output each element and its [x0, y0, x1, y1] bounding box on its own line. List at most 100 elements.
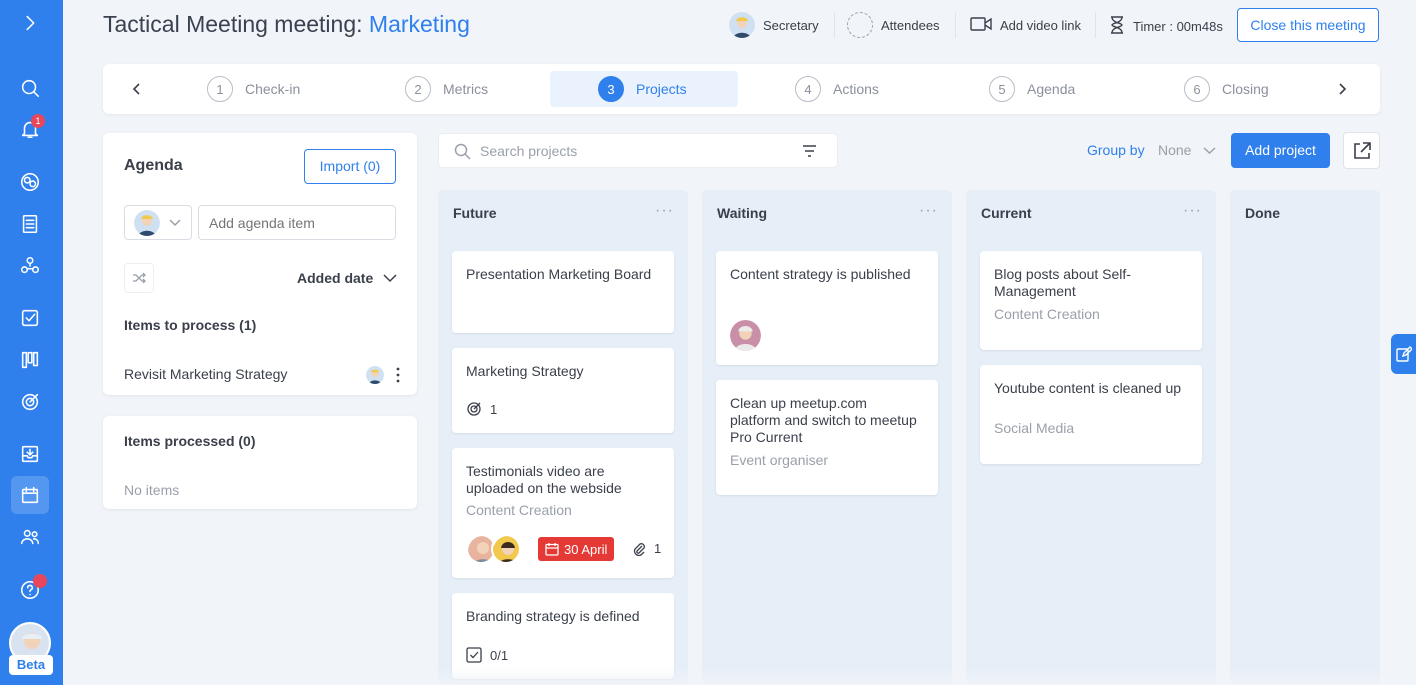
card-circle: Social Media [994, 420, 1075, 436]
meeting-steps-bar: 1 Check-in 2 Metrics 3 Projects 4 Actions 5A… [103, 64, 1380, 114]
step-closing[interactable]: 6 Closing [1184, 64, 1269, 114]
goal-count: 1 [490, 401, 498, 417]
project-card[interactable]: Youtube content is cleaned up Social Med… [980, 365, 1202, 464]
column-title: Current [981, 205, 1032, 221]
assignee-avatar [730, 320, 761, 351]
agenda-owner-select[interactable] [124, 205, 192, 240]
shuffle-button[interactable] [124, 263, 154, 293]
more-options-icon[interactable] [395, 366, 401, 384]
roles-icon[interactable] [16, 252, 44, 280]
secretary-label: Secretary [763, 17, 819, 33]
step-number: 6 [1184, 76, 1210, 102]
search-icon [454, 143, 471, 160]
calendar-icon[interactable] [16, 481, 44, 509]
external-link-icon [1353, 141, 1371, 159]
target-icon[interactable] [16, 388, 44, 416]
step-projects[interactable]: 3 Projects [550, 71, 738, 107]
attendees-label: Attendees [881, 17, 940, 33]
import-button[interactable]: Import (0) [304, 149, 396, 184]
owner-avatar [134, 210, 160, 236]
hourglass-icon [1109, 16, 1125, 37]
expand-sidebar-icon[interactable] [16, 9, 44, 37]
column-done: Done [1230, 190, 1380, 685]
agenda-item[interactable]: Revisit Marketing Strategy [124, 366, 287, 382]
column-title: Waiting [717, 205, 768, 221]
meeting-timer: Timer : 00m48s [1109, 16, 1223, 37]
page-title: Tactical Meeting meeting: Marketing [103, 11, 470, 38]
group-by-value: None [1158, 142, 1192, 158]
filter-icon [803, 145, 816, 157]
column-menu-icon[interactable]: ··· [919, 202, 938, 220]
project-card[interactable]: Presentation Marketing Board [452, 251, 674, 333]
video-camera-icon [970, 16, 992, 35]
paperclip-icon [633, 542, 645, 556]
step-number: 4 [795, 76, 821, 102]
column-title: Future [453, 205, 497, 221]
agenda-title: Agenda [124, 157, 183, 174]
step-number: 5 [989, 76, 1015, 102]
search-icon[interactable] [16, 74, 44, 102]
close-meeting-button[interactable]: Close this meeting [1237, 8, 1379, 42]
open-external-button[interactable] [1343, 132, 1380, 169]
project-card[interactable]: Blog posts about Self-Management Content… [980, 251, 1202, 350]
project-card[interactable]: Content strategy is published [716, 251, 938, 365]
add-video-link-button[interactable]: Add video link [970, 16, 1081, 35]
chevron-down-icon [1203, 147, 1216, 154]
sort-dropdown[interactable]: Added date [297, 270, 397, 286]
card-title: Content strategy is published [730, 266, 911, 282]
card-circle: Content Creation [466, 502, 572, 518]
secretary-avatar [729, 12, 755, 38]
card-title: Blog posts about Self-Management [994, 266, 1131, 299]
edit-side-tab[interactable] [1391, 334, 1416, 374]
step-agenda[interactable]: 5 Agenda [989, 64, 1075, 114]
edit-icon [1395, 346, 1412, 362]
title-circle-name[interactable]: Marketing [369, 11, 470, 37]
secretary-selector[interactable]: Secretary [729, 12, 819, 38]
column-menu-icon[interactable]: ··· [655, 202, 674, 220]
project-card[interactable]: Marketing Strategy 1 [452, 348, 674, 433]
project-card[interactable]: Testimonials video are uploaded on the w… [452, 448, 674, 578]
document-icon[interactable] [16, 210, 44, 238]
column-waiting: Waiting ··· Content strategy is publishe… [702, 190, 952, 685]
step-metrics[interactable]: 2 Metrics [405, 64, 488, 114]
group-by-select[interactable]: None [1158, 142, 1216, 158]
checklist-progress: 0/1 [490, 647, 509, 663]
agenda-item-avatar [366, 366, 384, 384]
column-future: Future ··· Presentation Marketing Board … [438, 190, 688, 685]
add-agenda-item-input[interactable] [198, 205, 396, 240]
step-actions[interactable]: 4 Actions [795, 64, 879, 114]
card-title: Testimonials video are uploaded on the w… [466, 463, 622, 496]
card-goal-count: 1 [466, 401, 497, 417]
project-card[interactable]: Clean up meetup.com platform and switch … [716, 380, 938, 495]
people-icon[interactable] [16, 523, 44, 551]
step-check-in[interactable]: 1 Check-in [207, 64, 300, 114]
no-items-text: No items [124, 482, 180, 498]
due-date-badge[interactable]: 30 April [538, 537, 615, 561]
title-prefix: Tactical Meeting meeting: [103, 11, 369, 37]
attendees-selector[interactable]: Attendees [847, 12, 940, 38]
column-title: Done [1245, 205, 1280, 221]
assignee-avatar [491, 534, 521, 564]
steps-next-button[interactable] [1336, 64, 1348, 114]
target-icon [467, 402, 481, 416]
step-label: Check-in [245, 81, 301, 97]
board-icon[interactable] [16, 346, 44, 374]
card-title: Marketing Strategy [466, 363, 584, 379]
column-menu-icon[interactable]: ··· [1183, 202, 1202, 220]
inbox-icon[interactable] [16, 440, 44, 468]
step-number: 1 [207, 76, 233, 102]
search-projects-field[interactable]: Search projects [438, 133, 838, 168]
card-circle: Content Creation [994, 306, 1100, 322]
step-number: 3 [598, 76, 624, 102]
circles-icon[interactable] [16, 168, 44, 196]
video-link-label: Add video link [1000, 18, 1081, 33]
card-circle: Event organiser [730, 452, 829, 468]
step-label: Actions [833, 81, 879, 97]
calendar-icon [545, 543, 559, 556]
card-checklist: 0/1 [466, 647, 508, 663]
add-project-button[interactable]: Add project [1231, 133, 1330, 168]
checkbox-icon[interactable] [16, 304, 44, 332]
steps-prev-button[interactable] [131, 64, 143, 114]
items-processed-panel: Items processed (0) No items [103, 416, 417, 509]
chevron-down-icon [383, 274, 397, 283]
